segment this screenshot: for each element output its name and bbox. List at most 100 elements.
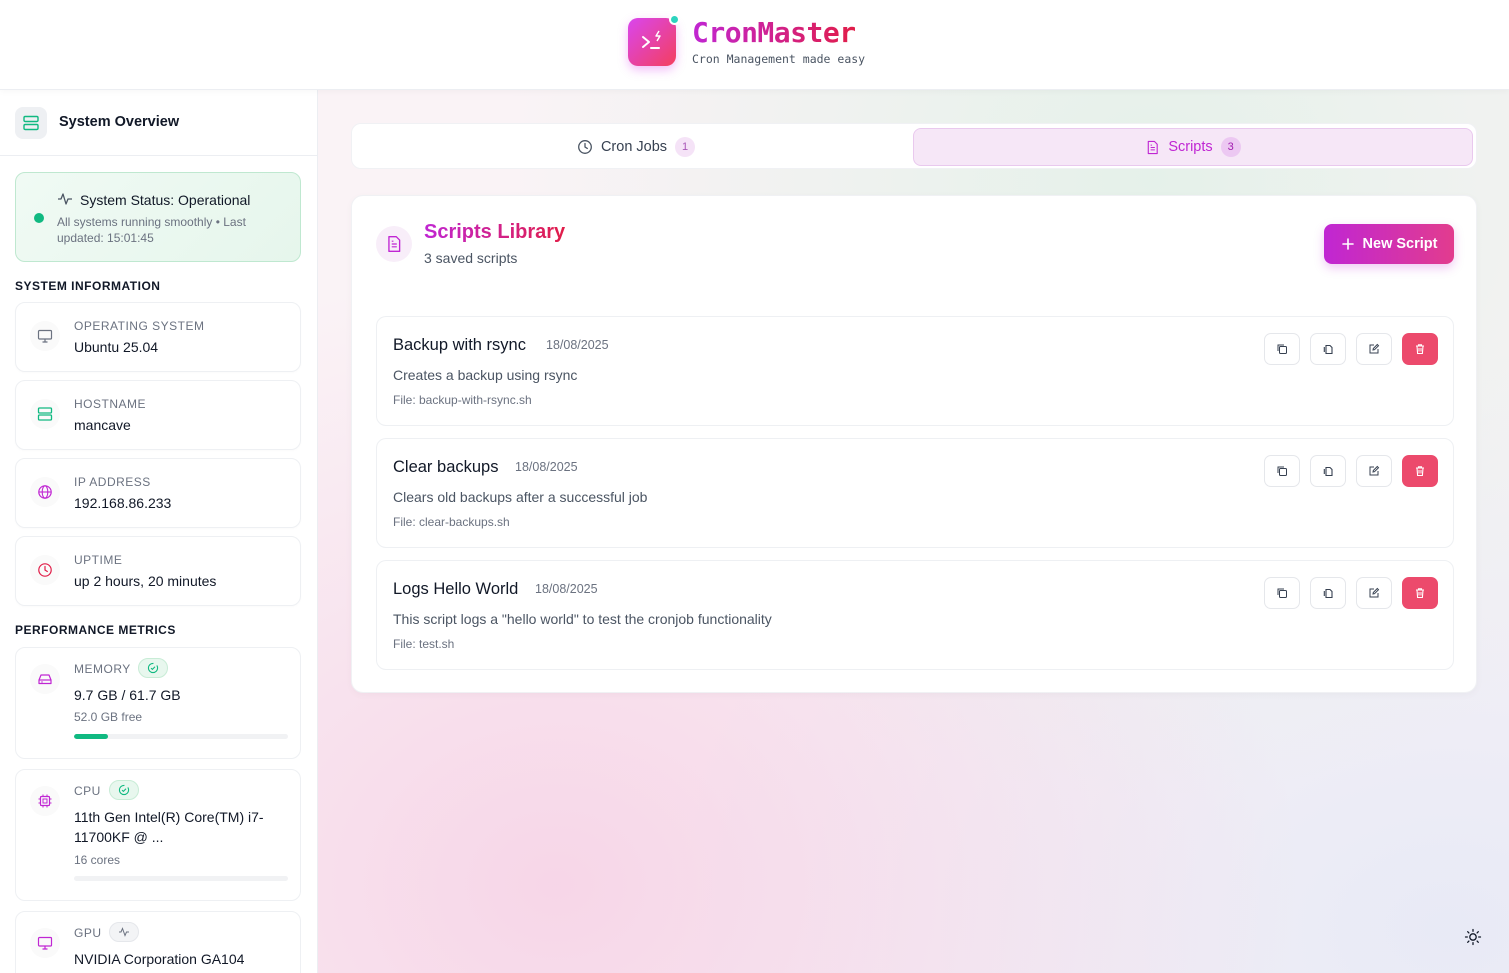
script-date: 18/08/2025: [535, 582, 598, 596]
script-card: Clear backups 18/08/2025 Clears old back…: [376, 438, 1454, 548]
ip-label: IP ADDRESS: [74, 475, 151, 489]
delete-button[interactable]: [1402, 577, 1438, 609]
status-dot: [669, 14, 680, 25]
memory-value: 9.7 GB / 61.7 GB: [74, 687, 181, 703]
script-card: Backup with rsync 18/08/2025 Creates a b…: [376, 316, 1454, 426]
clock-icon: [578, 140, 592, 154]
script-name: Backup with rsync: [393, 336, 526, 354]
tab-cron-jobs-count: 1: [675, 137, 696, 157]
uptime-value: up 2 hours, 20 minutes: [74, 573, 217, 589]
sidebar-header: System Overview: [0, 90, 317, 156]
files-icon: [1323, 344, 1333, 355]
file-text-icon: [1148, 140, 1159, 154]
trash-icon: [1416, 466, 1424, 477]
tab-cron-jobs[interactable]: Cron Jobs 1: [356, 128, 916, 166]
theme-toggle-button[interactable]: [1462, 926, 1484, 948]
tab-scripts-count: 3: [1220, 137, 1241, 157]
ip-value: 192.168.86.233: [74, 495, 172, 511]
copy-button[interactable]: [1264, 333, 1300, 365]
gpu-value: NVIDIA Corporation GA104: [74, 951, 245, 967]
app-title: CronMaster: [692, 16, 856, 49]
script-description: This script logs a "hello world" to test…: [393, 611, 772, 627]
delete-button[interactable]: [1402, 333, 1438, 365]
new-script-button[interactable]: New Script: [1324, 224, 1454, 264]
os-value: Ubuntu 25.04: [74, 339, 159, 355]
globe-icon: [30, 477, 60, 507]
status-title: System Status: Operational: [80, 192, 251, 208]
gpu-monitor-icon: [30, 928, 60, 958]
monitor-icon: [30, 321, 60, 351]
trash-icon: [1416, 344, 1424, 355]
hard-drive-icon: [30, 664, 60, 694]
tab-scripts[interactable]: Scripts 3: [913, 128, 1473, 166]
edit-icon: [1369, 587, 1380, 598]
script-name: Clear backups: [393, 458, 499, 476]
main-content: Cron Jobs 1 Scripts 3 Scripts Library 3 …: [318, 90, 1509, 973]
tab-cron-jobs-label: Cron Jobs: [600, 139, 668, 155]
memory-usage-fill: [74, 734, 108, 739]
ip-card: IP ADDRESS 192.168.86.233: [15, 458, 301, 528]
status-indicator: [34, 213, 44, 223]
cpu-icon: [30, 786, 60, 816]
panel-title: Scripts Library: [424, 221, 566, 243]
os-label: OPERATING SYSTEM: [74, 319, 205, 333]
copy-button[interactable]: [1264, 577, 1300, 609]
system-status-card: System Status: Operational All systems r…: [15, 172, 301, 262]
scripts-library-panel: Scripts Library 3 saved scripts New Scri…: [351, 195, 1477, 693]
clone-button[interactable]: [1310, 577, 1346, 609]
new-script-label: New Script: [1362, 236, 1438, 252]
clone-button[interactable]: [1310, 333, 1346, 365]
cpu-label: CPU: [74, 784, 101, 798]
cpu-value: 11th Gen Intel(R) Core(TM) i7-11700KF @ …: [74, 809, 264, 845]
copy-button[interactable]: [1264, 455, 1300, 487]
performance-label: PERFORMANCE METRICS: [15, 623, 176, 637]
hostname-label: HOSTNAME: [74, 397, 147, 411]
memory-card: MEMORY 9.7 GB / 61.7 GB 52.0 GB free: [15, 647, 301, 759]
script-description: Creates a backup using rsync: [393, 367, 578, 383]
files-icon: [1323, 588, 1333, 599]
status-description: All systems running smoothly • Last upda…: [57, 215, 246, 245]
gpu-card: GPU NVIDIA Corporation GA104: [15, 911, 301, 973]
clock-icon: [30, 555, 60, 585]
edit-button[interactable]: [1356, 333, 1392, 365]
edit-icon: [1369, 465, 1380, 476]
script-file: File: backup-with-rsync.sh: [393, 393, 532, 407]
memory-label: MEMORY: [74, 662, 131, 676]
app-subtitle: Cron Management made easy: [692, 52, 866, 66]
script-file: File: test.sh: [393, 637, 455, 651]
sidebar: System Overview System Status: Operation…: [0, 90, 318, 973]
files-icon: [1323, 466, 1333, 477]
edit-button[interactable]: [1356, 455, 1392, 487]
memory-free: 52.0 GB free: [74, 710, 143, 724]
script-card: Logs Hello World 18/08/2025 This script …: [376, 560, 1454, 670]
tab-scripts-label: Scripts: [1168, 139, 1213, 155]
activity-icon: [58, 193, 72, 205]
hostname-value: mancave: [74, 417, 131, 433]
clone-button[interactable]: [1310, 455, 1346, 487]
delete-button[interactable]: [1402, 455, 1438, 487]
uptime-card: UPTIME up 2 hours, 20 minutes: [15, 536, 301, 606]
script-name: Logs Hello World: [393, 580, 519, 598]
tab-bar: Cron Jobs 1 Scripts 3: [351, 123, 1477, 169]
server-icon: [30, 399, 60, 429]
file-text-icon: [376, 226, 412, 262]
script-date: 18/08/2025: [515, 460, 578, 474]
copy-icon: [1277, 466, 1287, 476]
hostname-card: HOSTNAME mancave: [15, 380, 301, 450]
script-file: File: clear-backups.sh: [393, 515, 510, 529]
activity-badge-icon: [109, 922, 139, 942]
edit-button[interactable]: [1356, 577, 1392, 609]
cpu-card: CPU 11th Gen Intel(R) Core(TM) i7-11700K…: [15, 769, 301, 901]
copy-icon: [1277, 588, 1287, 598]
script-description: Clears old backups after a successful jo…: [393, 489, 648, 505]
cpu-usage-bar: [74, 876, 288, 881]
sidebar-title: System Overview: [59, 114, 180, 130]
check-badge-icon: [109, 780, 139, 800]
edit-icon: [1369, 343, 1380, 354]
terminal-icon: [642, 30, 661, 49]
check-badge-icon: [138, 658, 168, 678]
app-logo: [628, 18, 676, 66]
script-date: 18/08/2025: [546, 338, 609, 352]
server-icon[interactable]: [15, 107, 47, 139]
os-card: OPERATING SYSTEM Ubuntu 25.04: [15, 302, 301, 372]
